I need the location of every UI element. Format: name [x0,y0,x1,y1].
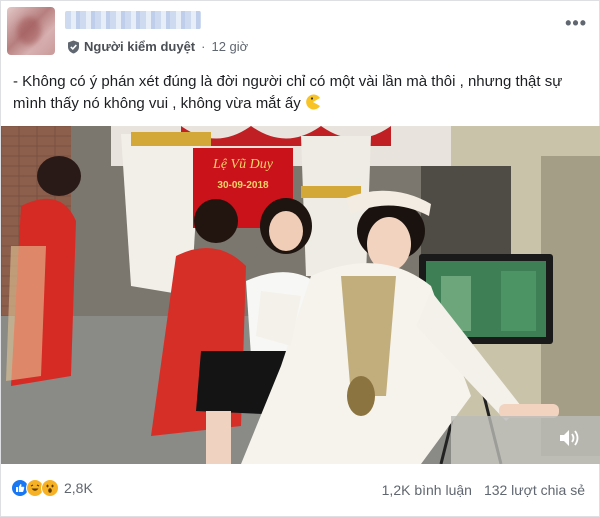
post-header: Người kiểm duyệt · 12 giờ ••• [1,1,600,63]
author-avatar[interactable] [7,7,55,55]
author-name-blurred[interactable] [65,11,201,29]
shield-icon [68,40,79,53]
post-time[interactable]: 12 giờ [211,39,248,54]
more-options-icon[interactable]: ••• [565,13,587,34]
post-stats: 1,2K bình luận 132 lượt chia sẻ [382,482,585,498]
speaker-icon[interactable] [559,428,581,448]
reactions[interactable]: 2,8K [11,479,93,497]
comment-count[interactable]: 1,2K bình luận [382,482,472,498]
post-footer: 2,8K 1,2K bình luận 132 lượt chia sẻ [1,471,600,511]
author-role[interactable]: Người kiểm duyệt [84,39,195,54]
post-text: - Không có ý phán xét đúng là đời người … [13,71,593,115]
reaction-count[interactable]: 2,8K [64,480,93,496]
meta-separator: · [201,39,206,54]
video-player[interactable]: Lệ Vũ Duy 30-09-2018 [1,126,600,464]
video-frame: Lệ Vũ Duy 30-09-2018 [1,126,600,464]
wow-reaction-icon [41,479,59,497]
banner-name: Lệ Vũ Duy [212,157,274,172]
post-card: Người kiểm duyệt · 12 giờ ••• - Không có… [0,0,600,517]
banner-date: 30-09-2018 [217,180,269,191]
share-count[interactable]: 132 lượt chia sẻ [484,482,585,498]
post-body: - Không có ý phán xét đúng là đời người … [13,73,563,112]
post-meta: Người kiểm duyệt · 12 giờ [67,39,248,54]
pacman-emoji-icon [306,94,320,110]
